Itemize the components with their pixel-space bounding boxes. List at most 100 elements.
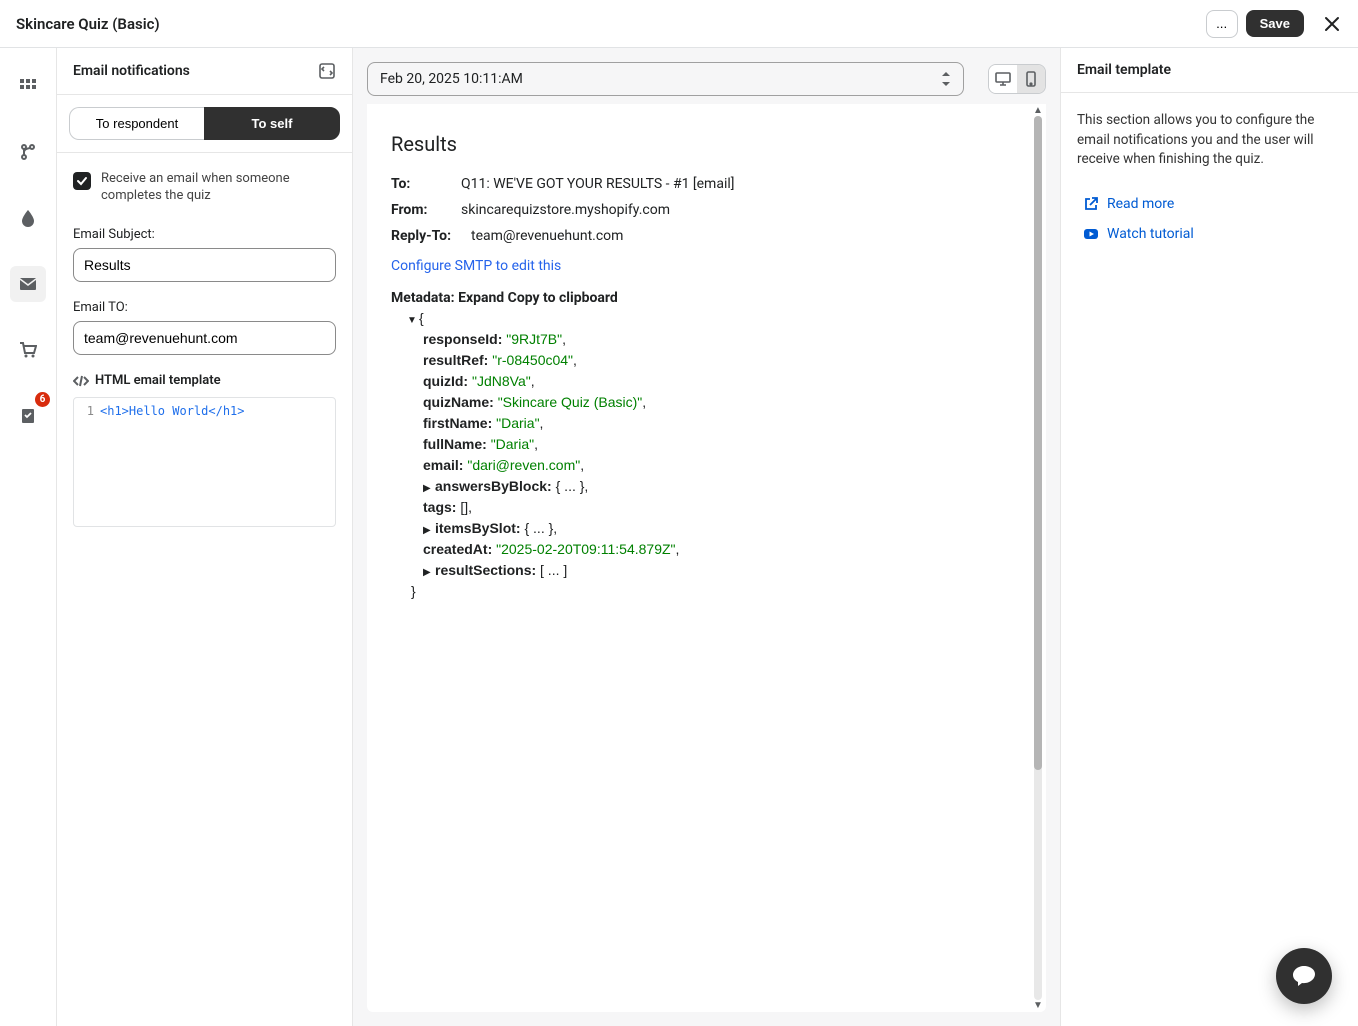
close-button[interactable] [1318, 10, 1346, 38]
external-link-icon [1083, 196, 1099, 212]
preview-results-heading: Results [391, 132, 1022, 156]
json-resultSections-key: resultSections: [435, 562, 536, 578]
label-from: From: [391, 202, 461, 218]
email-subject-label: Email Subject: [73, 227, 336, 242]
tab-to-respondent[interactable]: To respondent [69, 107, 204, 140]
cart-icon [19, 341, 37, 359]
left-panel-header: Email notifications [57, 48, 352, 95]
caret-closed-icon[interactable]: ▶ [423, 481, 435, 496]
page-title: Skincare Quiz (Basic) [16, 15, 160, 33]
json-fullName-val: "Daria" [491, 436, 534, 452]
json-tags-val: [] [460, 499, 468, 515]
metadata-expand-link[interactable]: Expand [458, 290, 504, 306]
grid-icon [19, 77, 37, 95]
email-to-input[interactable] [73, 321, 336, 355]
json-resultRef-val: "r-08450c04" [492, 352, 573, 368]
ellipsis-icon: ... [1216, 16, 1227, 31]
json-email-val: "dari@reven.com" [467, 457, 580, 473]
metadata-header: Metadata: Expand Copy to clipboard [391, 290, 1022, 306]
json-firstName-val: "Daria" [496, 415, 539, 431]
metadata-copy-link[interactable]: Copy to clipboard [508, 290, 618, 306]
read-more-link[interactable]: Read more [1077, 196, 1342, 212]
json-answersByBlock-key: answersByBlock: [435, 478, 552, 494]
code-gutter: 1 [82, 404, 100, 520]
nav-iconbar: 6 [0, 48, 56, 1026]
receive-email-label: Receive an email when someone completes … [101, 171, 336, 205]
watch-tutorial-text: Watch tutorial [1107, 226, 1194, 242]
nav-email[interactable] [10, 266, 46, 302]
json-responseId-val: "9RJt7B" [506, 331, 562, 347]
chat-icon [1291, 963, 1317, 989]
check-icon [76, 175, 88, 187]
json-email-key: email: [423, 457, 463, 473]
response-date-select[interactable]: Feb 20, 2025 10:11:AM [367, 62, 964, 96]
code-line-1: <h1>Hello World</h1> [100, 404, 245, 520]
json-firstName-key: firstName: [423, 415, 492, 431]
json-answersByBlock-val: { ... } [556, 478, 585, 494]
save-button[interactable]: Save [1246, 10, 1304, 37]
topbar: Skincare Quiz (Basic) ... Save [0, 0, 1358, 48]
more-button[interactable]: ... [1206, 10, 1238, 38]
mobile-preview-button[interactable] [1017, 65, 1045, 93]
nav-branching[interactable] [10, 134, 46, 170]
json-createdAt-key: createdAt: [423, 541, 492, 557]
value-from: skincarequizstore.myshopify.com [461, 202, 1022, 218]
desktop-preview-button[interactable] [989, 65, 1017, 93]
watch-tutorial-link[interactable]: Watch tutorial [1077, 226, 1342, 242]
label-to: To: [391, 176, 461, 192]
metadata-prefix: Metadata: [391, 290, 458, 306]
json-quizName-val: "Skincare Quiz (Basic)" [498, 394, 643, 410]
preview-scrollbar[interactable]: ▲ ▼ [1032, 104, 1044, 1012]
selected-date: Feb 20, 2025 10:11:AM [380, 71, 523, 87]
chat-fab[interactable] [1276, 948, 1332, 1004]
left-panel-title: Email notifications [73, 63, 190, 79]
right-panel-title: Email template [1077, 62, 1171, 78]
template-description: This section allows you to configure the… [1077, 111, 1342, 170]
video-icon [1083, 226, 1099, 242]
branch-icon [19, 143, 37, 161]
mail-icon [19, 275, 37, 293]
json-tags-key: tags: [423, 499, 456, 515]
drop-icon [19, 209, 37, 227]
recipient-tabs: To respondent To self [57, 95, 352, 153]
preview-panel: Feb 20, 2025 10:11:AM Results To:Q11: WE… [353, 48, 1060, 1026]
email-to-label: Email TO: [73, 300, 336, 315]
nav-design[interactable] [10, 200, 46, 236]
close-icon [1324, 16, 1340, 32]
html-template-editor[interactable]: 1 <h1>Hello World</h1> [73, 397, 336, 527]
code-icon [73, 373, 89, 389]
email-preview: Results To:Q11: WE'VE GOT YOUR RESULTS -… [367, 104, 1046, 1012]
json-quizId-key: quizId: [423, 373, 468, 389]
configure-smtp-link[interactable]: Configure SMTP to edit this [391, 258, 561, 274]
caret-open-icon[interactable]: ▼ [407, 313, 419, 328]
left-panel: Email notifications To respondent To sel… [56, 48, 353, 1026]
json-resultRef-key: resultRef: [423, 352, 488, 368]
value-to: Q11: WE'VE GOT YOUR RESULTS - #1 [email] [461, 176, 1022, 192]
value-reply: team@revenuehunt.com [471, 228, 1022, 244]
json-createdAt-val: "2025-02-20T09:11:54.879Z" [496, 541, 675, 557]
nav-products[interactable] [10, 332, 46, 368]
right-panel-header: Email template [1061, 48, 1358, 93]
json-itemsBySlot-key: itemsBySlot: [435, 520, 521, 536]
caret-closed-icon[interactable]: ▶ [423, 523, 435, 538]
json-resultSections-val: [ ... ] [540, 562, 567, 578]
json-responseId-key: responseId: [423, 331, 502, 347]
checklist-icon [19, 407, 37, 425]
html-template-label: HTML email template [73, 373, 336, 389]
device-toggle [988, 64, 1046, 94]
nav-responses[interactable]: 6 [10, 398, 46, 434]
json-quizName-key: quizName: [423, 394, 494, 410]
email-subject-input[interactable] [73, 248, 336, 282]
label-reply: Reply-To: [391, 228, 471, 244]
mobile-icon [1023, 71, 1039, 87]
topbar-actions: ... Save [1206, 10, 1346, 38]
receive-email-checkbox[interactable] [73, 172, 91, 190]
json-quizId-val: "JdN8Va" [472, 373, 531, 389]
read-more-text: Read more [1107, 196, 1174, 212]
nav-dashboard[interactable] [10, 68, 46, 104]
tab-to-self[interactable]: To self [204, 107, 340, 140]
right-panel: Email template This section allows you t… [1060, 48, 1358, 1026]
scroll-down-icon: ▼ [1033, 1000, 1043, 1011]
expand-icon[interactable] [318, 62, 336, 80]
caret-closed-icon[interactable]: ▶ [423, 565, 435, 580]
